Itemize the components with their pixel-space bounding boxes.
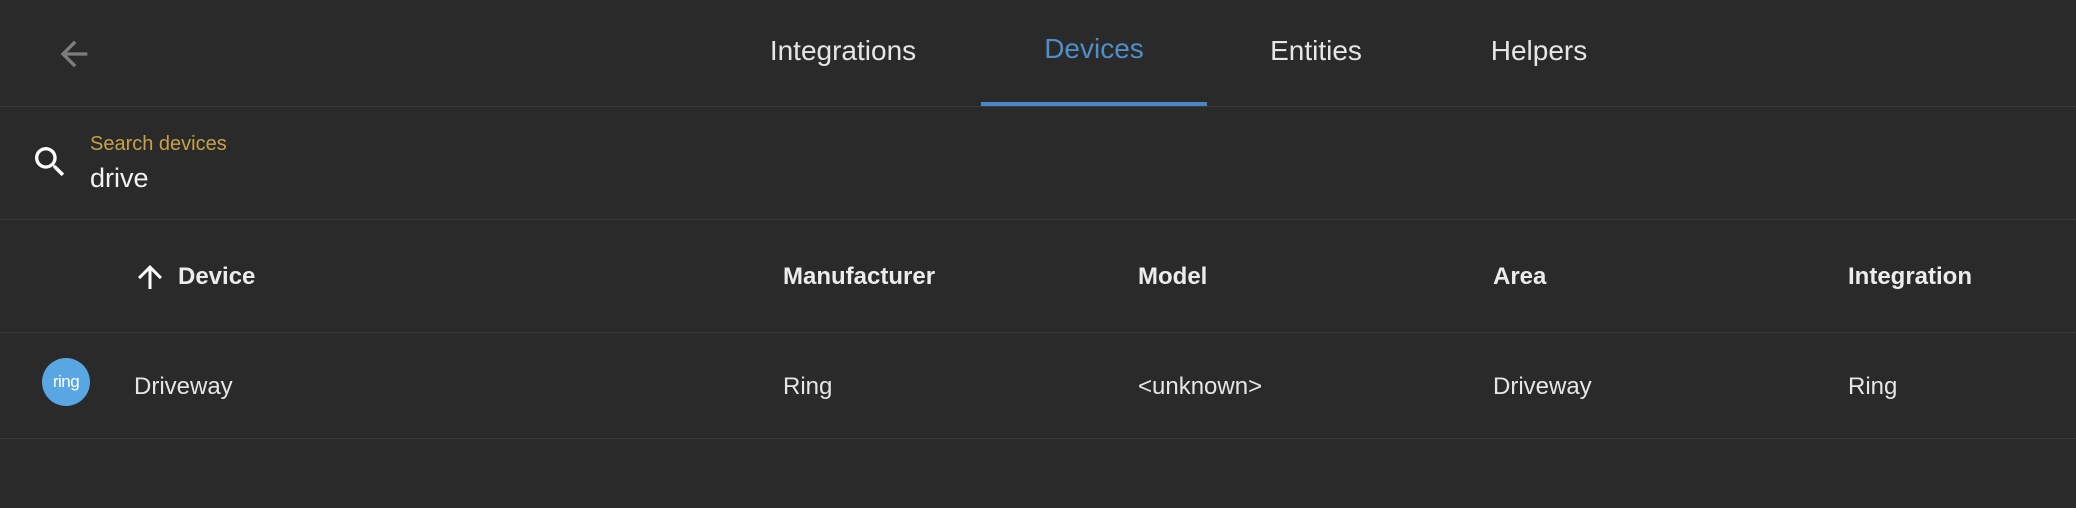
- cell-integration: Ring: [1848, 372, 1898, 400]
- search-label: Search devices: [90, 133, 227, 155]
- cell-area: Driveway: [1493, 372, 1592, 400]
- cell-model: <unknown>: [1138, 372, 1263, 400]
- search-input[interactable]: [90, 163, 790, 194]
- cell-manufacturer: Ring: [783, 372, 833, 400]
- back-button[interactable]: [44, 24, 104, 84]
- back-arrow-icon: [60, 40, 88, 68]
- table-row[interactable]: ring Driveway Ring <unknown> Driveway Ri…: [0, 334, 2076, 439]
- active-tab-indicator: [981, 102, 1207, 106]
- ring-logo: ring: [42, 358, 90, 406]
- search-icon: [35, 147, 65, 177]
- top-tab-bar: Integrations Devices Entities Helpers: [0, 0, 2076, 107]
- cell-device: Driveway: [134, 372, 233, 400]
- column-label-device: Device: [178, 263, 256, 290]
- table-header: Device Manufacturer Model Area Integrati…: [0, 221, 2076, 333]
- column-header-integration[interactable]: Integration: [1848, 221, 1972, 333]
- column-header-device[interactable]: Device: [132, 221, 255, 333]
- column-header-model[interactable]: Model: [1138, 221, 1207, 333]
- column-header-manufacturer[interactable]: Manufacturer: [783, 221, 935, 333]
- tab-integrations[interactable]: Integrations: [730, 0, 956, 107]
- tab-helpers[interactable]: Helpers: [1426, 0, 1652, 107]
- search-bar: Search devices: [0, 108, 2076, 220]
- tab-devices[interactable]: Devices: [981, 0, 1207, 107]
- tab-entities[interactable]: Entities: [1203, 0, 1429, 107]
- sort-ascending-icon: [138, 265, 162, 289]
- column-header-area[interactable]: Area: [1493, 221, 1546, 333]
- device-list-page: Integrations Devices Entities Helpers Se…: [0, 0, 2076, 508]
